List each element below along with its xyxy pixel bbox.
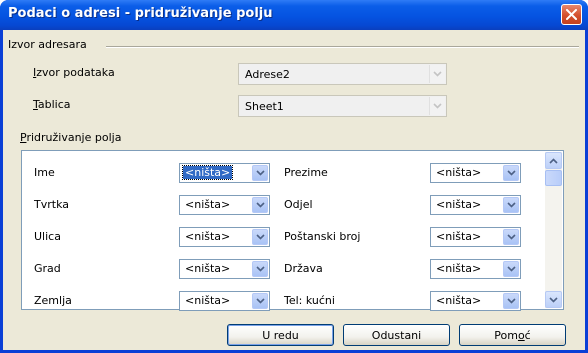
help-button[interactable]: Pomoć [459, 324, 566, 346]
field-mapping-group-label: Pridruživanje polja [20, 131, 121, 144]
field-label: Odjel [284, 198, 313, 211]
table-label: Tablica [33, 98, 71, 111]
field-select[interactable]: <ništa> [430, 291, 521, 311]
ok-button[interactable]: U redu [227, 324, 334, 346]
field-mapping-label-text: ridruživanje polja [26, 131, 122, 144]
dropdown-button[interactable] [252, 293, 268, 309]
cancel-button-label: Odustani [371, 328, 422, 342]
group-divider [106, 46, 579, 48]
title-bar[interactable]: Podaci o adresi - pridruživanje polju [0, 0, 588, 30]
field-select-value: <ništa> [436, 166, 482, 179]
chevron-down-icon [255, 202, 265, 208]
data-source-value: Adrese2 [245, 68, 290, 81]
field-label: Poštanski broj [284, 230, 361, 243]
field-select-value: <ništa> [185, 294, 231, 307]
field-label: Ulica [34, 230, 61, 243]
chevron-up-icon [549, 157, 558, 164]
help-label-start: Pom [494, 328, 518, 342]
help-button-label: Pomoć [494, 329, 530, 342]
field-select-value: <ništa> [436, 262, 482, 275]
table-value: Sheet1 [245, 100, 284, 113]
dialog-title: Podaci o adresi - pridruživanje polju [8, 6, 273, 21]
field-label: Grad [34, 262, 61, 275]
dropdown-button[interactable] [252, 197, 268, 213]
scroll-down-button[interactable] [545, 291, 562, 308]
data-source-label: Izvor podataka [33, 66, 115, 79]
data-source-label-text: zvor podataka [36, 66, 115, 79]
help-label-accel: o [517, 328, 525, 342]
field-label: Tel: kućni [284, 294, 335, 307]
scroll-up-button[interactable] [545, 152, 562, 169]
chevron-down-icon [506, 234, 516, 240]
field-select-value: <ništa> [436, 198, 482, 211]
dialog-body: Izvor adresara Izvor podataka Adrese2 Ta… [3, 30, 585, 350]
dropdown-button[interactable] [503, 293, 519, 309]
field-select[interactable]: <ništa> [179, 227, 270, 247]
chevron-down-icon [255, 298, 265, 304]
close-icon [566, 9, 577, 20]
field-select[interactable]: <ništa> [179, 259, 270, 279]
field-select[interactable]: <ništa> [430, 227, 521, 247]
field-select-value: <ništa> [181, 165, 234, 180]
dropdown-button[interactable] [252, 165, 268, 181]
field-select[interactable]: <ništa> [430, 195, 521, 215]
field-select-value: <ništa> [185, 198, 231, 211]
dropdown-button[interactable] [503, 229, 519, 245]
chevron-down-icon [255, 170, 265, 176]
dropdown-button[interactable] [503, 197, 519, 213]
field-label: Zemlja [34, 294, 72, 307]
dropdown-button[interactable] [252, 261, 268, 277]
field-select-value: <ništa> [185, 262, 231, 275]
chevron-down-icon [255, 234, 265, 240]
chevron-down-icon [429, 65, 445, 83]
field-select[interactable]: <ništa> [430, 259, 521, 279]
chevron-down-icon [506, 170, 516, 176]
field-select-value: <ništa> [185, 230, 231, 243]
field-select[interactable]: <ništa> [179, 195, 270, 215]
dropdown-button[interactable] [252, 229, 268, 245]
chevron-down-icon [255, 266, 265, 272]
data-source-select[interactable]: Adrese2 [238, 63, 447, 85]
ok-button-label: U redu [262, 328, 299, 342]
close-button[interactable] [561, 4, 582, 25]
dialog-window: Podaci o adresi - pridruživanje polju Iz… [0, 0, 588, 353]
field-select[interactable]: <ništa> [179, 163, 270, 183]
table-label-text: ablica [37, 98, 71, 111]
field-label: Prezime [284, 166, 328, 179]
table-select[interactable]: Sheet1 [238, 95, 447, 117]
field-select-value: <ništa> [436, 230, 482, 243]
chevron-down-icon [506, 202, 516, 208]
chevron-down-icon [506, 266, 516, 272]
field-mapping-panel: Ime <ništa> Prezime <ništa> Tvrtka <ništa> Odj… [21, 150, 564, 311]
field-select[interactable]: <ništa> [179, 291, 270, 311]
cancel-button[interactable]: Odustani [343, 324, 450, 346]
scroll-thumb[interactable] [545, 170, 562, 186]
field-label: Država [284, 262, 323, 275]
field-label: Ime [34, 166, 55, 179]
help-label-end: ć [524, 328, 531, 342]
field-label: Tvrtka [34, 198, 69, 211]
chevron-down-icon [506, 298, 516, 304]
vertical-scrollbar[interactable] [545, 152, 562, 308]
address-source-group-label: Izvor adresara [8, 38, 87, 51]
dropdown-button[interactable] [503, 261, 519, 277]
chevron-down-icon [429, 97, 445, 115]
field-select-value: <ništa> [436, 294, 482, 307]
dropdown-button[interactable] [503, 165, 519, 181]
field-select[interactable]: <ništa> [430, 163, 521, 183]
chevron-down-icon [549, 296, 558, 303]
